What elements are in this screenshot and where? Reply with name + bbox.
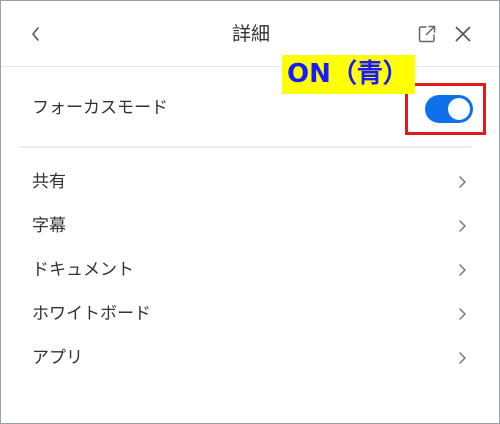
menu-item-documents[interactable]: ドキュメント (1, 248, 499, 292)
menu-item-label: ドキュメント (32, 260, 134, 280)
header-divider (1, 66, 499, 67)
panel-title: 詳細 (231, 23, 270, 45)
close-icon (455, 26, 471, 42)
menu-item-whiteboard[interactable]: ホワイトボード (1, 292, 499, 336)
chevron-left-icon (32, 27, 39, 41)
popout-icon (418, 25, 436, 43)
focus-mode-label: フォーカスモード (32, 98, 168, 118)
section-divider (19, 146, 471, 148)
menu-item-apps[interactable]: アプリ (1, 336, 499, 380)
menu-item-label: 共有 (32, 172, 66, 192)
chevron-right-icon (459, 264, 466, 276)
chevron-right-icon (459, 220, 466, 232)
menu-item-share[interactable]: 共有 (1, 160, 499, 204)
panel-header: 詳細 (1, 1, 500, 67)
back-button[interactable] (23, 21, 49, 47)
details-panel: 詳細 フォーカスモード ON（青） 共有 字幕 ドキュメント ホワイトボード ア… (0, 0, 500, 424)
popout-button[interactable] (415, 22, 439, 46)
focus-mode-toggle[interactable] (425, 95, 473, 123)
chevron-right-icon (459, 176, 466, 188)
menu-item-label: ホワイトボード (32, 304, 151, 324)
chevron-right-icon (459, 308, 466, 320)
toggle-knob (448, 98, 470, 120)
menu-item-label: アプリ (32, 348, 83, 368)
annotation-label: ON（青） (282, 55, 415, 94)
menu-item-captions[interactable]: 字幕 (1, 204, 499, 248)
chevron-right-icon (459, 352, 466, 364)
close-button[interactable] (451, 22, 475, 46)
menu-item-label: 字幕 (32, 216, 66, 236)
